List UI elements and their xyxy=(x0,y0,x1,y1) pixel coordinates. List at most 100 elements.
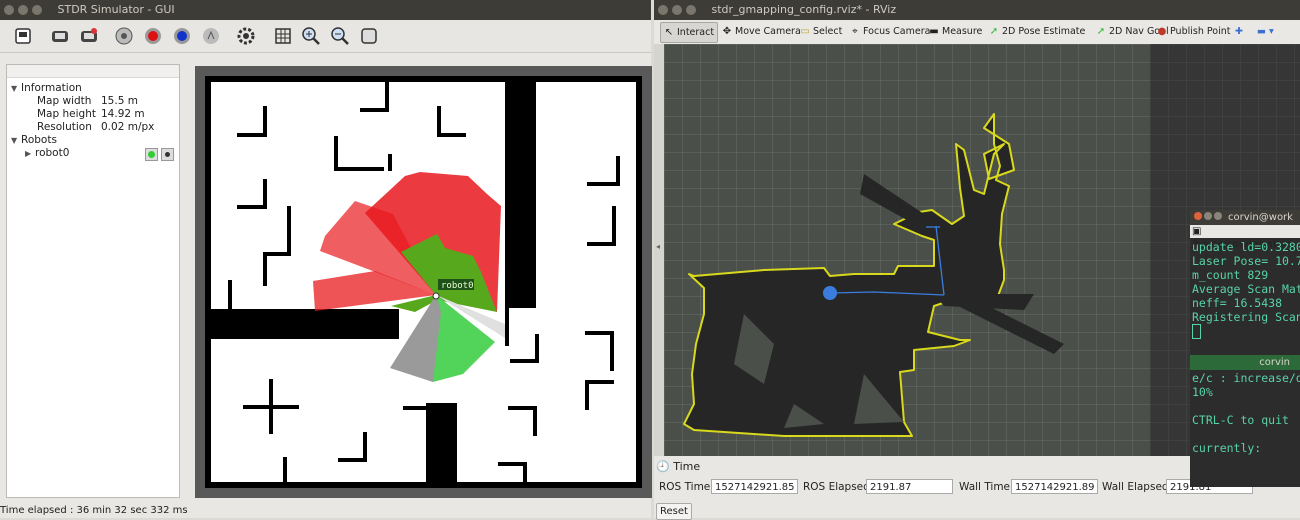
plus-icon: ✚ xyxy=(1235,26,1243,37)
map-view-frame[interactable]: robot0 xyxy=(195,66,652,498)
robot-label: robot0 xyxy=(441,281,474,291)
terminal-titlebar: corvin@work xyxy=(1190,210,1300,225)
expand-arrow-icon[interactable]: ▼ xyxy=(11,134,21,147)
map-canvas[interactable]: robot0 xyxy=(205,76,642,488)
settings-icon[interactable] xyxy=(236,26,256,46)
tool-label: Interact xyxy=(677,27,715,38)
tree-label: Information xyxy=(21,82,82,94)
window-title: stdr_gmapping_config.rviz* - RViz xyxy=(711,3,897,16)
robot-visibility-icon[interactable] xyxy=(145,148,158,161)
select-icon: ▭ xyxy=(800,26,810,37)
wall-time-label: Wall Time: xyxy=(959,481,1014,493)
ros-time-label: ROS Time: xyxy=(659,481,714,493)
row-key: Map height xyxy=(37,108,96,120)
tree-item-robot0[interactable]: ▶ robot0 xyxy=(25,147,175,161)
terminal-line: update ld=0.3280 xyxy=(1192,240,1300,254)
ros-elapsed-field[interactable]: 2191.87 xyxy=(866,479,953,494)
ros-time-field[interactable]: 1527142921.85 xyxy=(711,479,798,494)
add-co2-source-icon[interactable] xyxy=(143,26,163,46)
minimize-window-icon[interactable] xyxy=(1204,212,1212,220)
robot-name: robot0 xyxy=(35,147,70,159)
terminal-window-teleop[interactable]: corvin e/c : increase/d 10% CTRL-C to qu… xyxy=(1190,355,1300,487)
terminal-line: currently: xyxy=(1192,441,1262,455)
rviz-titlebar: stdr_gmapping_config.rviz* - RViz xyxy=(654,0,1300,20)
maximize-window-icon[interactable] xyxy=(1214,212,1222,220)
minimize-window-icon[interactable] xyxy=(18,5,28,15)
tool-label: Select xyxy=(813,26,843,37)
terminal-tab[interactable]: ▣ /home/corvin/catkin xyxy=(1190,225,1300,250)
terminal-line: Laser Pose= 10.7 xyxy=(1192,254,1300,268)
close-window-icon[interactable] xyxy=(658,5,668,15)
terminal-titlebar: corvin xyxy=(1190,355,1300,370)
add-sound-source-icon[interactable] xyxy=(201,26,221,46)
move-camera-icon: ✥ xyxy=(722,26,732,37)
robot-follow-icon[interactable] xyxy=(161,148,174,161)
nav-goal-icon: ➚ xyxy=(1096,26,1106,37)
window-controls xyxy=(4,0,46,20)
terminal-line: 10% xyxy=(1192,385,1213,399)
tree-label: Robots xyxy=(21,134,57,146)
stdr-toolbar xyxy=(0,20,651,53)
tool-focus-camera[interactable]: ⌖ Focus Camera xyxy=(847,22,933,41)
panel-collapse-handle[interactable]: ◂ xyxy=(654,44,664,456)
terminal-title: corvin xyxy=(1259,357,1290,368)
maximize-window-icon[interactable] xyxy=(686,5,696,15)
interact-icon: ↖ xyxy=(664,27,674,38)
expand-arrow-icon[interactable]: ▼ xyxy=(11,82,21,95)
tree-item-robots[interactable]: ▼ Robots xyxy=(11,134,57,147)
zoom-out-icon[interactable] xyxy=(330,26,350,46)
publish-point-icon: ● xyxy=(1157,26,1167,37)
tool-2d-pose-estimate[interactable]: ➚ 2D Pose Estimate xyxy=(986,22,1088,41)
panel-title-text: Time xyxy=(673,460,701,473)
tool-label: Measure xyxy=(942,26,983,37)
row-value: 15.5 m xyxy=(101,95,138,107)
stdr-window: STDR Simulator - GUI ▼ Information Map wi… xyxy=(0,0,652,518)
maximize-window-icon[interactable] xyxy=(32,5,42,15)
add-rfid-icon[interactable] xyxy=(114,26,134,46)
tool-move-camera[interactable]: ✥ Move Camera xyxy=(719,22,804,41)
tool-interact[interactable]: ↖ Interact xyxy=(660,22,719,43)
add-tool-button[interactable]: ✚ xyxy=(1232,22,1246,41)
close-window-icon[interactable] xyxy=(1194,212,1202,220)
tool-label: 2D Pose Estimate xyxy=(1002,26,1086,37)
add-robot-alt-icon[interactable] xyxy=(79,26,99,46)
tree-item-information[interactable]: ▼ Information xyxy=(11,82,82,95)
load-map-icon[interactable] xyxy=(13,26,33,46)
add-thermal-source-icon[interactable] xyxy=(172,26,192,46)
terminal-line: Registering Scan xyxy=(1192,310,1300,324)
tree-row-map-width: Map width 15.5 m xyxy=(37,95,138,108)
minimize-window-icon[interactable] xyxy=(672,5,682,15)
focus-camera-icon: ⌖ xyxy=(852,26,858,37)
zoom-in-icon[interactable] xyxy=(301,26,321,46)
tool-measure[interactable]: ▬ Measure xyxy=(926,22,985,41)
terminal-line: CTRL-C to quit xyxy=(1192,413,1289,427)
terminal-title: corvin@work xyxy=(1228,212,1293,223)
chevron-left-icon[interactable]: ◂ xyxy=(656,242,660,251)
fit-view-icon[interactable] xyxy=(359,26,379,46)
chevron-down-icon: ▬ ▾ xyxy=(1257,26,1274,37)
add-robot-icon[interactable] xyxy=(50,26,70,46)
measure-icon: ▬ xyxy=(929,26,939,37)
clock-icon: 🕘 xyxy=(656,460,670,473)
terminal-window-gmapping[interactable]: corvin@work ▣ /home/corvin/catkin update… xyxy=(1190,210,1300,355)
tool-publish-point[interactable]: ● Publish Point xyxy=(1154,22,1233,41)
row-value: 14.92 m xyxy=(101,108,145,120)
wall-time-field[interactable]: 1527142921.89 xyxy=(1011,479,1098,494)
grid-icon[interactable] xyxy=(273,26,293,46)
time-panel-title: 🕘 Time xyxy=(656,460,700,473)
reset-button[interactable]: Reset xyxy=(656,503,692,520)
close-window-icon[interactable] xyxy=(4,5,14,15)
tree-row-map-height: Map height 14.92 m xyxy=(37,108,145,121)
status-bar: Time elapsed : 36 min 32 sec 332 ms xyxy=(0,505,188,516)
tree-row-resolution: Resolution 0.02 m/px xyxy=(37,121,154,134)
terminal-line: m_count 829 xyxy=(1192,268,1269,282)
expand-arrow-icon[interactable]: ▶ xyxy=(25,147,35,160)
tool-select[interactable]: ▭ Select xyxy=(797,22,845,41)
wall-elapsed-label: Wall Elapsed: xyxy=(1102,481,1173,493)
window-controls xyxy=(658,0,700,20)
robot-model xyxy=(823,286,837,300)
tool-menu-button[interactable]: ▬ ▾ xyxy=(1254,22,1277,41)
stdr-titlebar: STDR Simulator - GUI xyxy=(0,0,651,20)
tool-label: Move Camera xyxy=(735,26,801,37)
info-tree: ▼ Information Map width 15.5 m Map height 1… xyxy=(6,64,180,498)
